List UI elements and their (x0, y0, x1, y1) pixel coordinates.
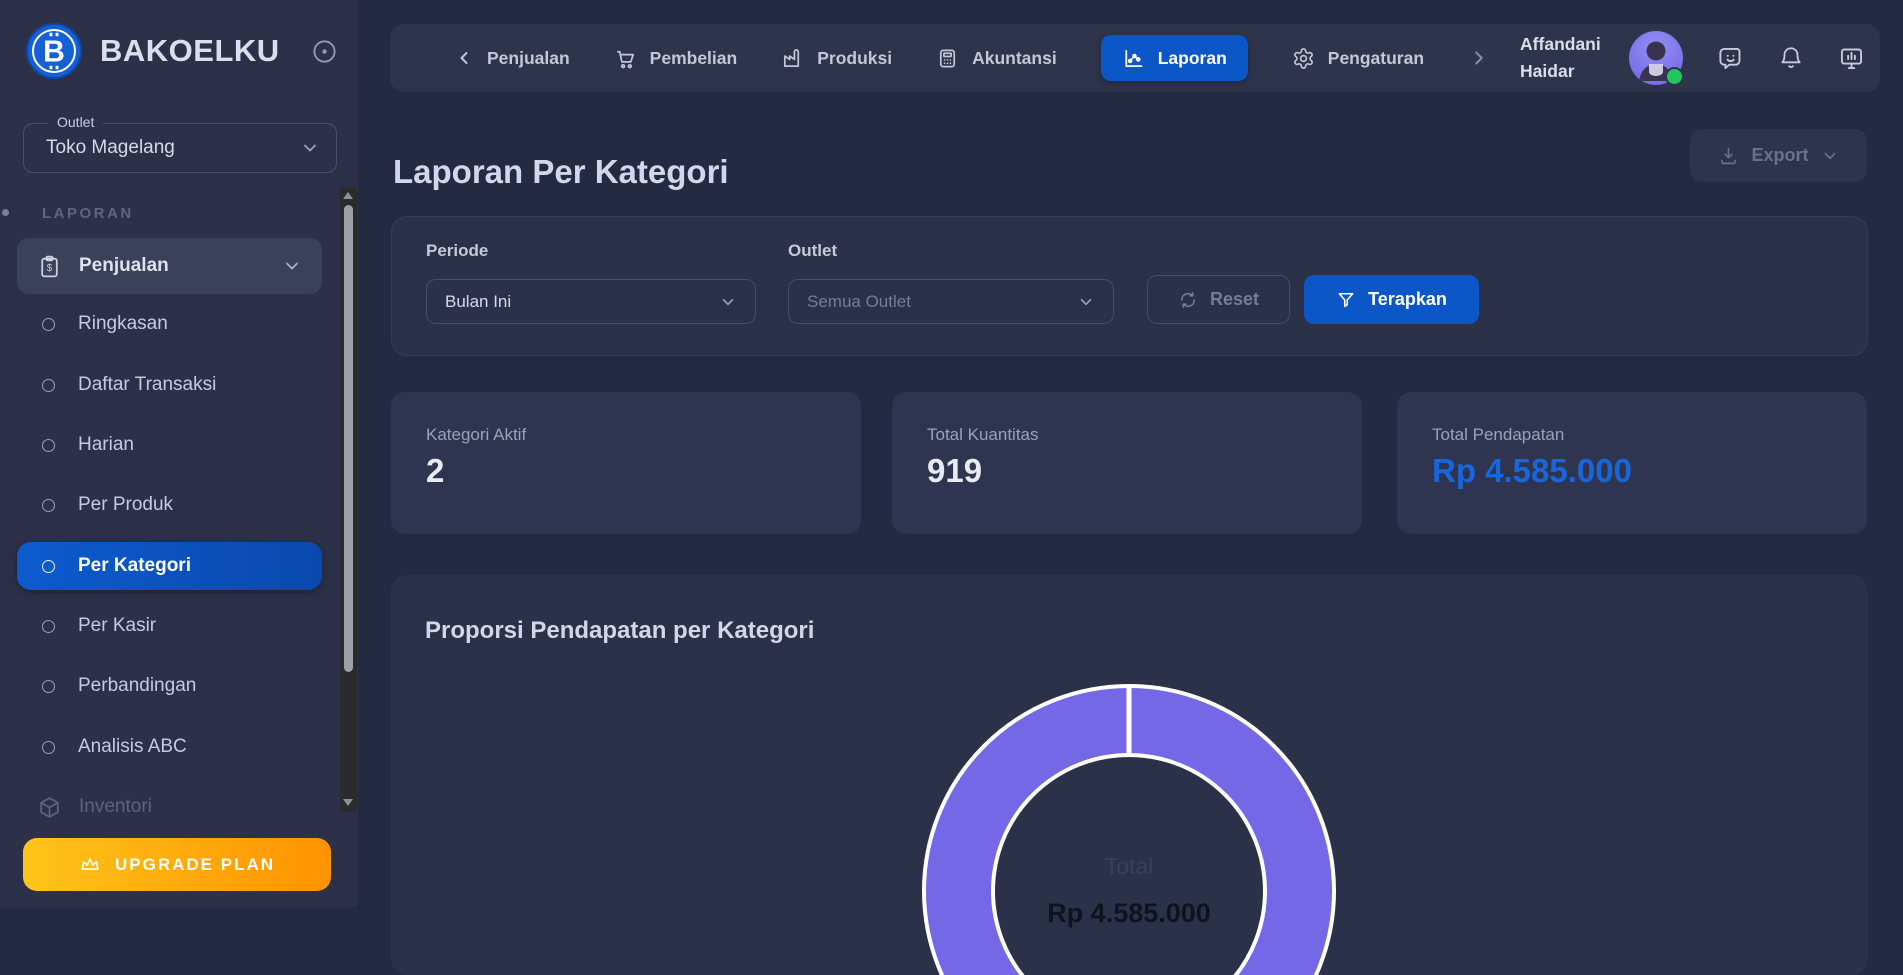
outlet-selector-value: Toko Magelang (46, 137, 175, 159)
crown-icon (79, 854, 101, 876)
radio-circle-icon (42, 499, 55, 512)
donut-center-label: Total (1105, 853, 1154, 879)
donut-chart: Total Rp 4.585.000 (909, 676, 1349, 975)
filter-panel: Periode Bulan Ini Outlet Semua Outlet Re… (391, 216, 1868, 356)
stat-card-total-kuantitas: Total Kuantitas 919 (892, 392, 1362, 534)
package-icon (37, 795, 62, 820)
brand-header: B BAKOELKU (26, 22, 338, 80)
donut-center-value: Rp 4.585.000 (1047, 898, 1211, 928)
periode-select[interactable]: Bulan Ini (426, 279, 756, 324)
online-status-dot (1665, 67, 1684, 86)
outlet-selector-label: Outlet (48, 114, 103, 130)
chart-card: Proporsi Pendapatan per Kategori Total R… (391, 575, 1868, 975)
chevron-down-icon (719, 293, 737, 311)
factory-icon (781, 47, 804, 70)
chevron-left-icon (454, 48, 474, 68)
stat-value-revenue: Rp 4.585.000 (1432, 452, 1632, 490)
funnel-icon (1336, 290, 1356, 310)
stat-card-total-pendapatan: Total Pendapatan Rp 4.585.000 (1397, 392, 1867, 534)
sidebar-item-penjualan[interactable]: $ Penjualan (17, 238, 322, 294)
user-avatar[interactable] (1629, 31, 1683, 85)
nav-item-pengaturan[interactable]: Pengaturan (1292, 47, 1424, 70)
sidebar-item-per-kasir[interactable]: Per Kasir (17, 604, 322, 648)
receipt-dollar-icon: $ (37, 254, 62, 279)
app-logo-icon: B (26, 23, 82, 79)
radio-circle-icon (42, 620, 55, 633)
outlet-select[interactable]: Semua Outlet (788, 279, 1114, 324)
sidebar-item-perbandingan[interactable]: Perbandingan (17, 664, 322, 708)
scrollbar-up-arrow-icon[interactable] (343, 192, 353, 199)
download-icon (1718, 145, 1739, 166)
export-button[interactable]: Export (1690, 129, 1867, 182)
sidebar-item-per-kategori[interactable]: Per Kategori (17, 542, 322, 590)
scrollbar-down-arrow-icon[interactable] (343, 799, 353, 806)
radio-circle-icon (42, 560, 55, 573)
outlet-filter-label: Outlet (788, 241, 837, 261)
sidebar-scrollbar[interactable] (340, 187, 357, 812)
bell-icon[interactable] (1778, 45, 1804, 71)
nav-item-akuntansi[interactable]: Akuntansi (936, 47, 1057, 70)
nav-item-penjualan[interactable]: Penjualan (454, 48, 570, 69)
svg-text:B: B (43, 35, 65, 68)
refresh-icon (1178, 290, 1198, 310)
radio-circle-icon (42, 379, 55, 392)
stat-value: 2 (426, 452, 444, 490)
sidebar-item-label: Penjualan (79, 255, 169, 277)
radio-circle-icon (42, 318, 55, 331)
sidebar-item-daftar-transaksi[interactable]: Daftar Transaksi (17, 363, 322, 407)
periode-label: Periode (426, 241, 488, 261)
chart-icon (1122, 47, 1145, 70)
radio-circle-icon (42, 741, 55, 754)
chevron-down-icon (282, 256, 302, 276)
top-nav: Penjualan Pembelian Produksi Akuntansi L… (390, 24, 1880, 92)
stat-value: 919 (927, 452, 982, 490)
outlet-selector[interactable]: Outlet Toko Magelang (23, 123, 337, 173)
nav-item-produksi[interactable]: Produksi (781, 47, 892, 70)
shopping-cart-icon (614, 47, 637, 70)
monitor-stats-icon[interactable] (1838, 45, 1865, 72)
stat-card-kategori-aktif: Kategori Aktif 2 (391, 392, 861, 534)
upgrade-plan-button[interactable]: UPGRADE PLAN (23, 838, 331, 891)
scrollbar-thumb[interactable] (344, 205, 353, 672)
sidebar-item-ringkasan[interactable]: Ringkasan (17, 302, 322, 346)
page-title: Laporan Per Kategori (393, 153, 729, 191)
user-name[interactable]: Affandani Haidar (1520, 31, 1601, 85)
sidebar-section-laporan: LAPORAN (42, 205, 134, 222)
nav-item-laporan[interactable]: Laporan (1101, 35, 1248, 81)
radio-circle-icon (42, 680, 55, 693)
nav-scroll-right-icon[interactable] (1468, 47, 1490, 69)
reset-button[interactable]: Reset (1147, 275, 1290, 324)
gear-icon (1292, 47, 1315, 70)
sidebar-item-harian[interactable]: Harian (17, 423, 322, 467)
sidebar-item-analisis-abc[interactable]: Analisis ABC (17, 725, 322, 769)
sidebar-item-inventori[interactable]: Inventori (17, 785, 322, 829)
sidebar-collapse-icon[interactable] (311, 38, 338, 65)
chart-title: Proporsi Pendapatan per Kategori (425, 617, 814, 645)
section-marker-dot (2, 209, 9, 216)
nav-item-pembelian[interactable]: Pembelian (614, 47, 738, 70)
radio-circle-icon (42, 439, 55, 452)
calculator-icon (936, 47, 959, 70)
chat-smile-icon[interactable] (1717, 45, 1744, 72)
terapkan-button[interactable]: Terapkan (1304, 275, 1479, 324)
chevron-down-icon (1821, 147, 1839, 165)
chevron-down-icon (1077, 293, 1095, 311)
svg-text:$: $ (47, 263, 53, 274)
chevron-down-icon (300, 138, 320, 158)
sidebar-item-per-produk[interactable]: Per Produk (17, 483, 322, 527)
sidebar: B BAKOELKU Outlet Toko Magelang LAPORAN … (0, 0, 358, 907)
app-name: BAKOELKU (100, 33, 280, 69)
